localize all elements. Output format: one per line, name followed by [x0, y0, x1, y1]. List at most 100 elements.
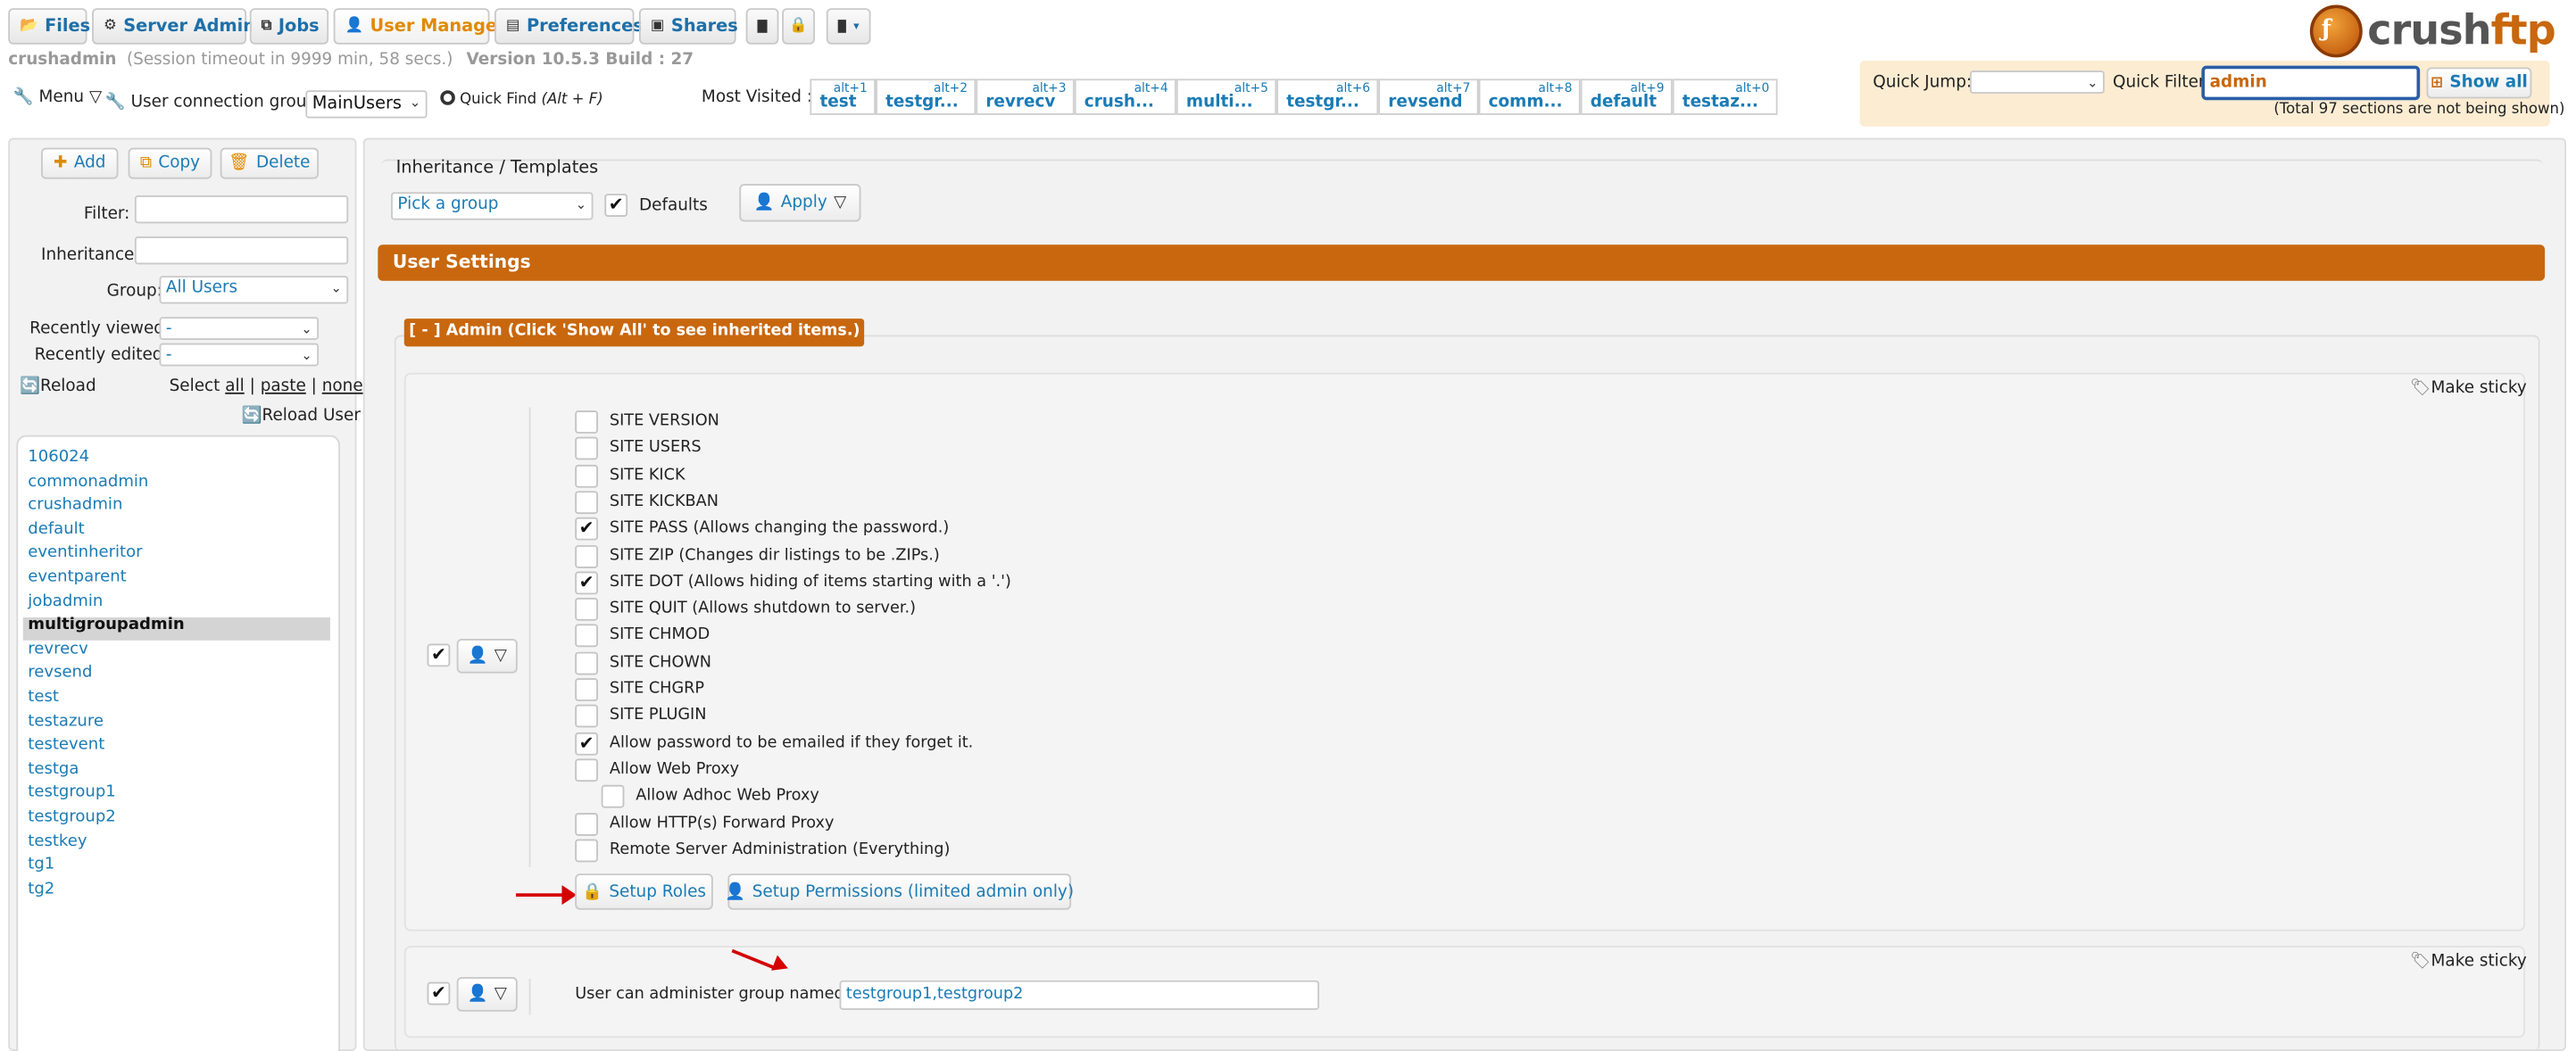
connection-group-select[interactable]: MainUsers ⌄: [305, 90, 428, 119]
permission-label: SITE USERS: [609, 438, 702, 458]
copy-button[interactable]: ⧉ Copy: [128, 147, 212, 179]
reload-button[interactable]: 🔄Reload: [20, 377, 96, 395]
user-list-item[interactable]: 106024: [28, 448, 89, 466]
user-list-item[interactable]: tg2: [28, 880, 54, 898]
permission-checkbox[interactable]: [575, 678, 598, 701]
permission-checkbox[interactable]: ✔: [575, 517, 598, 541]
permission-checkbox[interactable]: [601, 785, 625, 808]
user-list-item[interactable]: testazure: [28, 712, 104, 730]
chevron-down-icon: ▽: [494, 985, 507, 1004]
tab-label: Files: [45, 16, 91, 37]
inheritance-section: [381, 159, 2544, 232]
group-admin-user-dropdown[interactable]: 👤 ▽: [456, 977, 518, 1012]
defaults-checkbox[interactable]: ✔: [604, 194, 628, 217]
permission-label: SITE CHMOD: [609, 625, 710, 645]
paste-link[interactable]: paste: [261, 377, 306, 395]
most-visited-item[interactable]: alt+6 testgr...: [1276, 79, 1379, 115]
most-visited-item[interactable]: alt+9 default: [1580, 79, 1673, 115]
most-visited-item[interactable]: alt+3 revrecv: [976, 79, 1075, 115]
user-list-item[interactable]: crushadmin: [28, 496, 122, 514]
user-list-item[interactable]: jobadmin: [28, 592, 103, 610]
wrench-icon: 🔧: [12, 88, 34, 107]
group-select[interactable]: All Users ⌄: [159, 276, 349, 304]
most-visited-item[interactable]: alt+4 crush...: [1074, 79, 1176, 115]
user-list-item[interactable]: eventparent: [28, 568, 126, 586]
recently-edited-select[interactable]: - ⌄: [159, 343, 320, 367]
filter-input[interactable]: [134, 195, 349, 224]
tab-server-admin[interactable]: ⚙ Server Admin: [92, 8, 255, 45]
terminal-icon[interactable]: [745, 8, 779, 45]
permission-checkbox[interactable]: [575, 598, 598, 621]
lock-icon[interactable]: 🔒: [782, 8, 815, 45]
permission-checkbox[interactable]: [575, 651, 598, 674]
tab-label: Shares: [670, 16, 738, 37]
setup-roles-button[interactable]: 🔒 Setup Roles: [575, 873, 713, 910]
user-list-item[interactable]: default: [28, 520, 84, 538]
apply-button[interactable]: 👤 Apply ▽: [739, 184, 861, 222]
tab-label: Jobs: [278, 16, 320, 37]
permission-checkbox[interactable]: [575, 491, 598, 514]
permission-checkbox[interactable]: [575, 410, 598, 434]
permission-checkbox[interactable]: [575, 437, 598, 460]
permission-checkbox[interactable]: ✔: [575, 571, 598, 594]
quick-filter-input[interactable]: admin: [2201, 65, 2421, 101]
permission-checkbox[interactable]: [575, 839, 598, 862]
most-visited-item[interactable]: alt+5 multi...: [1176, 79, 1277, 115]
group-admin-checkbox[interactable]: ✔: [427, 981, 451, 1005]
chevron-down-icon: ⌄: [409, 95, 421, 111]
quick-jump-select[interactable]: ⌄: [1969, 70, 2105, 94]
show-all-button[interactable]: ⊞ Show all: [2426, 67, 2532, 99]
admin-section-header[interactable]: [ - ] Admin (Click 'Show All' to see inh…: [403, 319, 865, 347]
make-sticky-button[interactable]: 🏷Make sticky: [2410, 379, 2527, 397]
user-list-item[interactable]: testgroup1: [28, 784, 116, 802]
menu-button[interactable]: 🔧 Menu ▽: [13, 88, 102, 106]
permission-checkbox[interactable]: [575, 758, 598, 782]
make-sticky-button[interactable]: 🏷Make sticky: [2410, 953, 2527, 971]
tab-files[interactable]: 📂 Files: [8, 8, 91, 45]
tab-user-manager[interactable]: 👤 User Manager: [333, 8, 506, 45]
user-list-item[interactable]: testkey: [28, 832, 87, 849]
user-list-item[interactable]: eventinheritor: [28, 544, 142, 562]
tab-label: Preferences: [526, 16, 644, 37]
image-dropdown-icon[interactable]: ▾: [826, 8, 871, 45]
permission-checkbox[interactable]: [575, 464, 598, 487]
most-visited-item[interactable]: alt+7 revsend: [1378, 79, 1479, 115]
permission-checkbox[interactable]: ✔: [575, 732, 598, 755]
user-list-item[interactable]: testga: [28, 760, 79, 778]
gear-icon: ⚙: [103, 18, 117, 35]
hidden-sections-note: (Total 97 sections are not being shown): [2273, 102, 2565, 119]
setup-permissions-button[interactable]: 👤 Setup Permissions (limited admin only): [725, 873, 1074, 910]
select-all-link[interactable]: all: [225, 377, 245, 395]
permission-checkbox[interactable]: [575, 625, 598, 648]
permission-checkbox[interactable]: [575, 544, 598, 567]
copy-icon: ⧉: [261, 18, 272, 35]
user-list-item[interactable]: revsend: [28, 664, 92, 682]
user-list-item[interactable]: testevent: [28, 736, 104, 754]
pick-group-select[interactable]: Pick a group ⌄: [391, 192, 594, 220]
most-visited-item[interactable]: alt+2 testgr...: [876, 79, 976, 115]
admin-user-dropdown[interactable]: 👤 ▽: [456, 638, 518, 674]
add-button[interactable]: ✚ Add: [41, 147, 119, 179]
user-list-item[interactable]: testgroup2: [28, 808, 116, 826]
permission-checkbox[interactable]: [575, 812, 598, 835]
tab-shares[interactable]: ▣ Shares: [638, 8, 738, 45]
user-list-item[interactable]: tg1: [28, 856, 54, 873]
user-list-item[interactable]: revrecv: [28, 640, 87, 658]
tab-preferences[interactable]: ▤ Preferences: [494, 8, 644, 45]
user-list-item[interactable]: test: [28, 688, 59, 706]
most-visited-item[interactable]: alt+8 comm...: [1478, 79, 1581, 115]
recently-viewed-select[interactable]: - ⌄: [159, 317, 320, 341]
admin-enable-checkbox[interactable]: ✔: [427, 643, 451, 667]
inheritance-input[interactable]: [134, 236, 349, 265]
delete-button[interactable]: 🗑 Delete: [220, 147, 320, 179]
user-list-item[interactable]: multigroupadmin: [28, 617, 184, 634]
most-visited-item[interactable]: alt+0 testaz...: [1672, 79, 1778, 115]
select-none-link[interactable]: none: [322, 377, 363, 395]
tab-jobs[interactable]: ⧉ Jobs: [249, 8, 329, 45]
reload-user-button[interactable]: 🔄Reload User: [242, 407, 361, 425]
quick-find[interactable]: Quick Find (Alt + F): [440, 90, 603, 108]
user-list-item[interactable]: commonadmin: [28, 472, 148, 490]
admin-group-input[interactable]: testgroup1,testgroup2: [839, 980, 1320, 1010]
permission-checkbox[interactable]: [575, 705, 598, 728]
most-visited-item[interactable]: alt+1 test: [810, 79, 877, 115]
